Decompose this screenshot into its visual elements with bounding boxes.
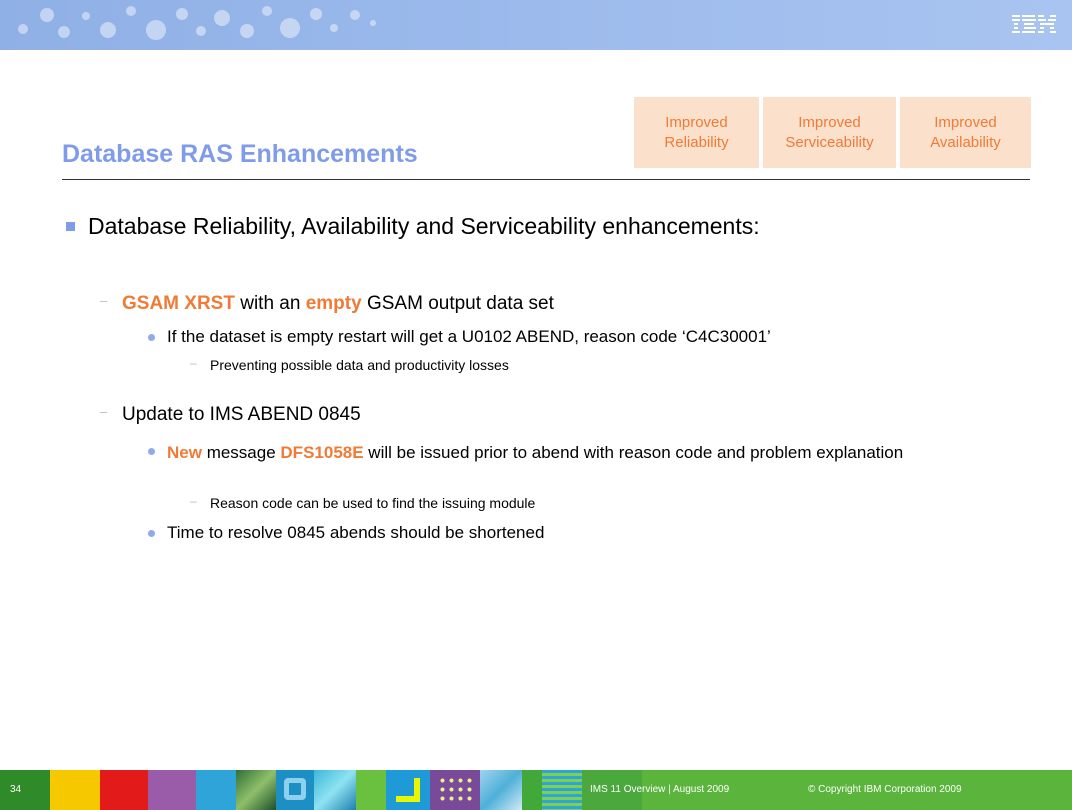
sub-item-text: Preventing possible data and productivit… <box>210 357 509 373</box>
top-banner <box>0 0 1072 50</box>
bullet-dfs1058e: New message DFS1058E will be issued prio… <box>148 441 968 464</box>
footer-image-tile <box>314 770 356 810</box>
footer-stripes-tile <box>542 770 582 810</box>
footer-image-tile <box>480 770 522 810</box>
tag-label-line1: Improved <box>934 113 997 131</box>
ibm-logo <box>1012 15 1056 33</box>
tag-label-line2: Reliability <box>664 133 729 151</box>
footer-title: IMS 11 Overview | August 2009 <box>590 784 730 795</box>
tag-label-line1: Improved <box>798 113 861 131</box>
tag-label-line1: Improved <box>665 113 728 131</box>
round-bullet-icon <box>148 334 155 341</box>
tag-improved-serviceability: Improved Serviceability <box>763 97 896 168</box>
bullet-resolve-time: Time to resolve 0845 abends should be sh… <box>148 523 544 543</box>
tag-improved-reliability: Improved Reliability <box>634 97 759 168</box>
footer-image-tile <box>236 770 276 810</box>
bullet-text: If the dataset is empty restart will get… <box>167 327 771 346</box>
footer-color-block <box>100 770 148 810</box>
main-bullet-text: Database Reliability, Availability and S… <box>88 213 760 239</box>
footer-image-tile <box>276 770 314 810</box>
highlight-gsam-xrst: GSAM XRST <box>122 293 235 314</box>
round-bullet-icon <box>148 530 155 537</box>
page-title: Database RAS Enhancements <box>62 140 418 168</box>
sub-item-reason-code: – Reason code can be used to find the is… <box>190 494 536 511</box>
banner-dot <box>58 26 70 38</box>
footer-copyright: © Copyright IBM Corporation 2009 <box>808 784 962 795</box>
tag-label-line2: Serviceability <box>785 133 874 151</box>
round-bullet-icon <box>148 448 155 455</box>
footer-bar: 34 IMS 11 Overview | August 2009 © Copyr… <box>0 770 1072 810</box>
sub-item-losses: – Preventing possible data and productiv… <box>190 356 509 373</box>
highlight-empty: empty <box>305 293 362 314</box>
banner-dot <box>100 22 116 38</box>
item-text: with an <box>234 293 306 314</box>
banner-dot <box>126 6 136 16</box>
bullet-text: message <box>201 443 281 462</box>
dash-icon: – <box>190 356 197 370</box>
footer-color-block <box>522 770 542 810</box>
item-gsam-xrst: – GSAM XRST with an empty GSAM output da… <box>100 293 554 315</box>
banner-dot <box>370 20 376 26</box>
dash-icon: – <box>100 404 108 419</box>
banner-dot <box>196 26 206 36</box>
banner-dot <box>18 24 28 34</box>
banner-dot <box>40 8 54 22</box>
header-divider <box>62 179 1030 180</box>
tag-label-line2: Availability <box>930 133 1001 151</box>
footer-color-block <box>148 770 196 810</box>
square-bullet-icon <box>66 222 75 231</box>
dash-icon: – <box>190 494 197 508</box>
banner-dot <box>310 8 322 20</box>
bullet-text: will be issued prior to abend with reaso… <box>363 443 904 462</box>
bullet-restart-abend: If the dataset is empty restart will get… <box>148 327 771 347</box>
highlight-dfs1058e: DFS1058E <box>280 443 364 462</box>
main-bullet: Database Reliability, Availability and S… <box>66 213 760 240</box>
footer-arrow-tile <box>386 770 430 810</box>
item-text: Update to IMS ABEND 0845 <box>122 404 361 425</box>
page-number: 34 <box>0 770 50 810</box>
banner-dot <box>240 24 254 38</box>
banner-dot <box>280 18 300 38</box>
footer-color-block <box>196 770 236 810</box>
banner-dot <box>262 6 272 16</box>
banner-dot <box>330 24 338 32</box>
banner-dot <box>214 10 230 26</box>
footer-color-block <box>356 770 386 810</box>
footer-color-block <box>50 770 100 810</box>
banner-dot <box>82 12 90 20</box>
footer-image-tile <box>430 770 480 810</box>
item-abend-0845: – Update to IMS ABEND 0845 <box>100 404 361 426</box>
highlight-new: New <box>167 443 202 462</box>
dash-icon: – <box>100 293 108 308</box>
banner-dot <box>350 10 360 20</box>
banner-dot <box>146 20 166 40</box>
banner-dot <box>176 8 188 20</box>
item-text: GSAM output data set <box>361 293 554 314</box>
sub-item-text: Reason code can be used to find the issu… <box>210 495 536 511</box>
bullet-text: Time to resolve 0845 abends should be sh… <box>167 523 545 542</box>
tag-improved-availability: Improved Availability <box>900 97 1031 168</box>
